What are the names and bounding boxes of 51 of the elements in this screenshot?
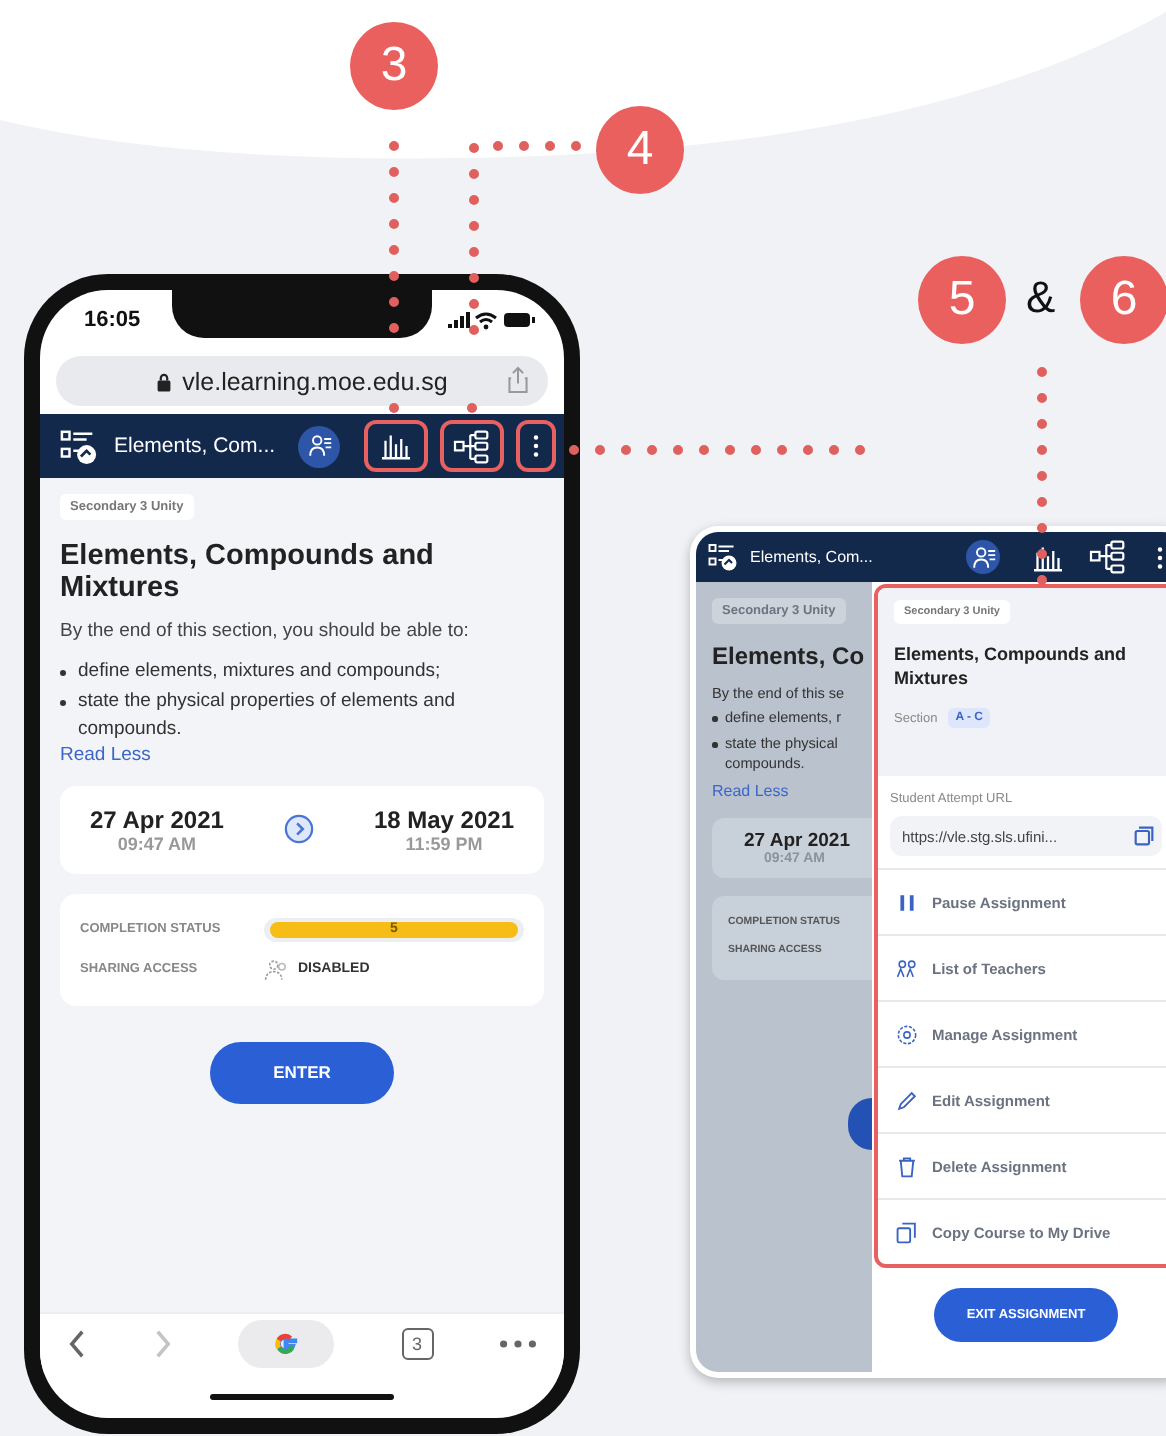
start-time: 09:47 AM <box>117 833 197 854</box>
copy-icon[interactable] <box>1134 826 1154 847</box>
end-time: 11:59 PM <box>405 833 483 854</box>
teacher-avatar-icon[interactable] <box>298 425 340 467</box>
objective-text: state the physical properties of elements and compounds. <box>78 688 458 742</box>
read-less-link[interactable]: Read Less <box>60 743 151 766</box>
enter-button-fragment <box>848 1098 872 1150</box>
lesson-title: Elements, Co <box>712 642 865 670</box>
search-button[interactable] <box>238 1320 334 1368</box>
more-options-icon[interactable] <box>516 420 556 472</box>
ampersand-text: & <box>1026 272 1056 324</box>
course-title: Elements, Com... <box>750 548 873 566</box>
end-date: 18 May 2021 <box>373 805 514 834</box>
status-icons <box>448 310 536 330</box>
bullet-dot <box>712 742 717 748</box>
google-icon <box>270 1328 302 1360</box>
course-title: Elements, Com... <box>114 434 276 458</box>
bullet-dot <box>712 716 717 721</box>
step-number-badge: 5 <box>918 256 1006 344</box>
objective-text: define elements, mixtures and compounds; <box>78 658 441 685</box>
pause-icon <box>896 891 918 914</box>
course-list-icon[interactable] <box>708 542 738 572</box>
bullet-dot <box>60 669 66 675</box>
lesson-title: Elements, Compounds and Mixtures <box>894 642 1129 691</box>
tab-count-button[interactable]: 3 <box>401 1328 433 1360</box>
address-bar[interactable]: vle.learning.moe.edu.sg <box>56 356 548 406</box>
settings-icon <box>896 1023 918 1046</box>
start-date: 27 Apr 2021 <box>744 829 850 852</box>
step-number-badge: 4 <box>596 106 684 194</box>
enter-button[interactable]: ENTER <box>210 1041 394 1104</box>
people-icon <box>264 957 290 982</box>
people-icon <box>896 957 918 980</box>
lock-icon <box>156 371 173 391</box>
url-text: vle.learning.moe.edu.sg <box>182 367 448 395</box>
intro-text: By the end of this section, you should be able to: <box>60 620 469 642</box>
teacher-avatar-icon[interactable] <box>966 540 1000 574</box>
copy-icon <box>896 1221 918 1244</box>
status-time: 16:05 <box>84 308 141 332</box>
lesson-title: Elements, Compounds and Mixtures <box>60 540 436 604</box>
more-icon[interactable] <box>500 1340 536 1348</box>
start-date: 27 Apr 2021 <box>90 805 224 834</box>
step-number-badge: 6 <box>1080 256 1166 344</box>
back-icon[interactable] <box>68 1330 86 1358</box>
trash-icon <box>896 1155 918 1178</box>
course-list-icon[interactable] <box>60 427 98 465</box>
read-less-link[interactable]: Read Less <box>712 781 789 800</box>
bullet-dot <box>60 699 66 706</box>
hierarchy-icon[interactable] <box>440 420 504 472</box>
bar-chart-icon[interactable] <box>364 420 428 472</box>
pencil-icon <box>896 1089 918 1112</box>
arrow-circle-icon <box>283 814 314 845</box>
